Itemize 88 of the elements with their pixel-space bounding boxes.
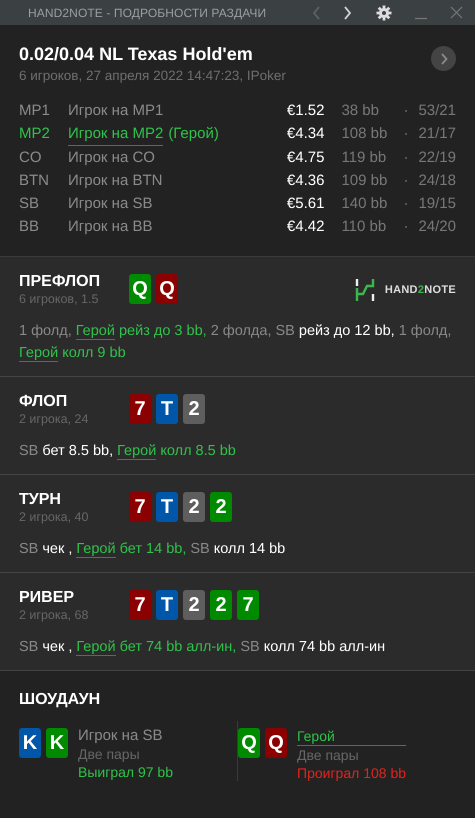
next-button[interactable]	[431, 46, 456, 71]
street-title: ПРЕФЛОП	[19, 273, 102, 291]
hero-link[interactable]: Герой	[117, 443, 156, 460]
player-stack: €5.61	[286, 194, 326, 214]
player-name: Игрок на BB	[68, 217, 152, 237]
action-line: SB чек , Герой бет 14 bb, SB колл 14 bb	[19, 540, 286, 560]
player-stats: 19/15	[418, 194, 456, 214]
playing-card: K	[19, 728, 41, 758]
playing-card: 7	[129, 492, 151, 522]
player-stack: €4.36	[286, 171, 326, 191]
player-stack: €4.75	[286, 148, 326, 168]
hero-link[interactable]: Герой	[76, 541, 116, 558]
playing-card: 7	[129, 394, 151, 424]
player-name: Игрок на MP1	[68, 101, 164, 121]
player-bb: 109 bb	[341, 171, 388, 191]
street-title: ТУРН	[19, 491, 62, 509]
hero-link[interactable]: Герой	[19, 345, 58, 362]
player-stack: €4.42	[286, 217, 326, 237]
playing-card: Q	[238, 728, 260, 758]
playing-card: T	[156, 394, 178, 424]
player-stats: 24/18	[418, 171, 456, 191]
player-name: Игрок на BTN	[68, 171, 162, 191]
playing-card: T	[156, 492, 178, 522]
playing-card: K	[46, 728, 68, 758]
playing-card: T	[156, 590, 178, 620]
player-name: Игрок на SB	[78, 727, 164, 745]
player-bb: 110 bb	[341, 217, 388, 237]
player-link[interactable]: Игрок на MP2	[68, 122, 164, 146]
playing-card: 2	[183, 590, 205, 620]
street-info: 2 игрока, 24	[19, 412, 90, 426]
player-stats: 22/19	[418, 148, 456, 168]
player-stats: 24/20	[418, 217, 456, 237]
player-position: BTN	[19, 171, 50, 191]
separator-dot: ·	[403, 195, 408, 212]
chevron-right-icon[interactable]	[343, 6, 352, 20]
separator-dot: ·	[403, 125, 408, 142]
player-position: MP2	[19, 124, 51, 144]
hand-subtitle: 6 игроков, 27 апреля 2022 14:47:23, IPoker	[19, 68, 286, 83]
player-stats: 21/17	[418, 124, 456, 144]
separator-dot: ·	[403, 102, 408, 119]
player-bb: 108 bb	[341, 124, 388, 144]
player-position: CO	[19, 148, 42, 168]
playing-card: 2	[183, 492, 205, 522]
player-bb: 140 bb	[341, 194, 388, 214]
settings-icon[interactable]	[376, 4, 392, 20]
player-position: SB	[19, 194, 40, 214]
hand-title: 0.02/0.04 NL Texas Hold'em	[19, 44, 254, 65]
street-title: ФЛОП	[19, 393, 68, 411]
player-link[interactable]: Герой	[297, 727, 406, 746]
player-stack: €1.52	[286, 101, 326, 121]
player-position: BB	[19, 217, 40, 237]
action-line: SB чек , Герой бет 74 bb алл-ин, SB колл 74 bb алл-ин	[19, 638, 386, 658]
hero-tag: (Герой)	[168, 122, 219, 146]
playing-card: 7	[237, 590, 259, 620]
playing-card: 2	[210, 590, 232, 620]
logo-icon	[354, 279, 375, 301]
player-bb: 119 bb	[341, 148, 388, 168]
playing-card: Q	[129, 274, 151, 304]
player-name: Игрок на SB	[68, 194, 152, 214]
hand-rank: Две пары	[297, 746, 360, 764]
result-text: Выиграл 97 bb	[78, 763, 173, 781]
player-bb: 38 bb	[341, 101, 380, 121]
playing-card: Q	[156, 274, 178, 304]
player-stack: €4.34	[286, 124, 326, 144]
playing-card: Q	[265, 728, 287, 758]
separator-dot: ·	[403, 172, 408, 189]
street-info: 2 игрока, 68	[19, 608, 90, 622]
hero-link[interactable]: Герой	[76, 639, 116, 656]
window-title: HAND2NOTE - ПОДРОБНОСТИ РАЗДАЧИ	[28, 6, 266, 20]
player-stats: 53/21	[418, 101, 456, 121]
action-line: 1 фолд, Герой рейз до 3 bb, 2 фолда, SB рейз до 12 bb, 1 фолд, Герой колл 9 bb	[19, 322, 452, 364]
player-name: Игрок на CO	[68, 148, 155, 168]
action-line: SB бет 8.5 bb, Герой колл 8.5 bb	[19, 442, 237, 462]
hand-rank: Две пары	[78, 745, 141, 763]
showdown-title: ШОУДАУН	[19, 691, 102, 709]
playing-card: 7	[129, 590, 151, 620]
separator-dot: ·	[403, 149, 408, 166]
street-info: 2 игрока, 40	[19, 510, 90, 524]
street-info: 6 игроков, 1.5	[19, 292, 100, 306]
hero-link[interactable]: Герой	[76, 323, 115, 340]
street-title: РИВЕР	[19, 589, 76, 607]
result-text: Проиграл 108 bb	[297, 764, 406, 782]
player-position: MP1	[19, 101, 51, 121]
playing-card: 2	[183, 394, 205, 424]
separator-dot: ·	[403, 218, 408, 235]
logo-text: HAND2NOTE	[384, 284, 456, 296]
chevron-right-icon	[440, 52, 448, 64]
playing-card: 2	[210, 492, 232, 522]
